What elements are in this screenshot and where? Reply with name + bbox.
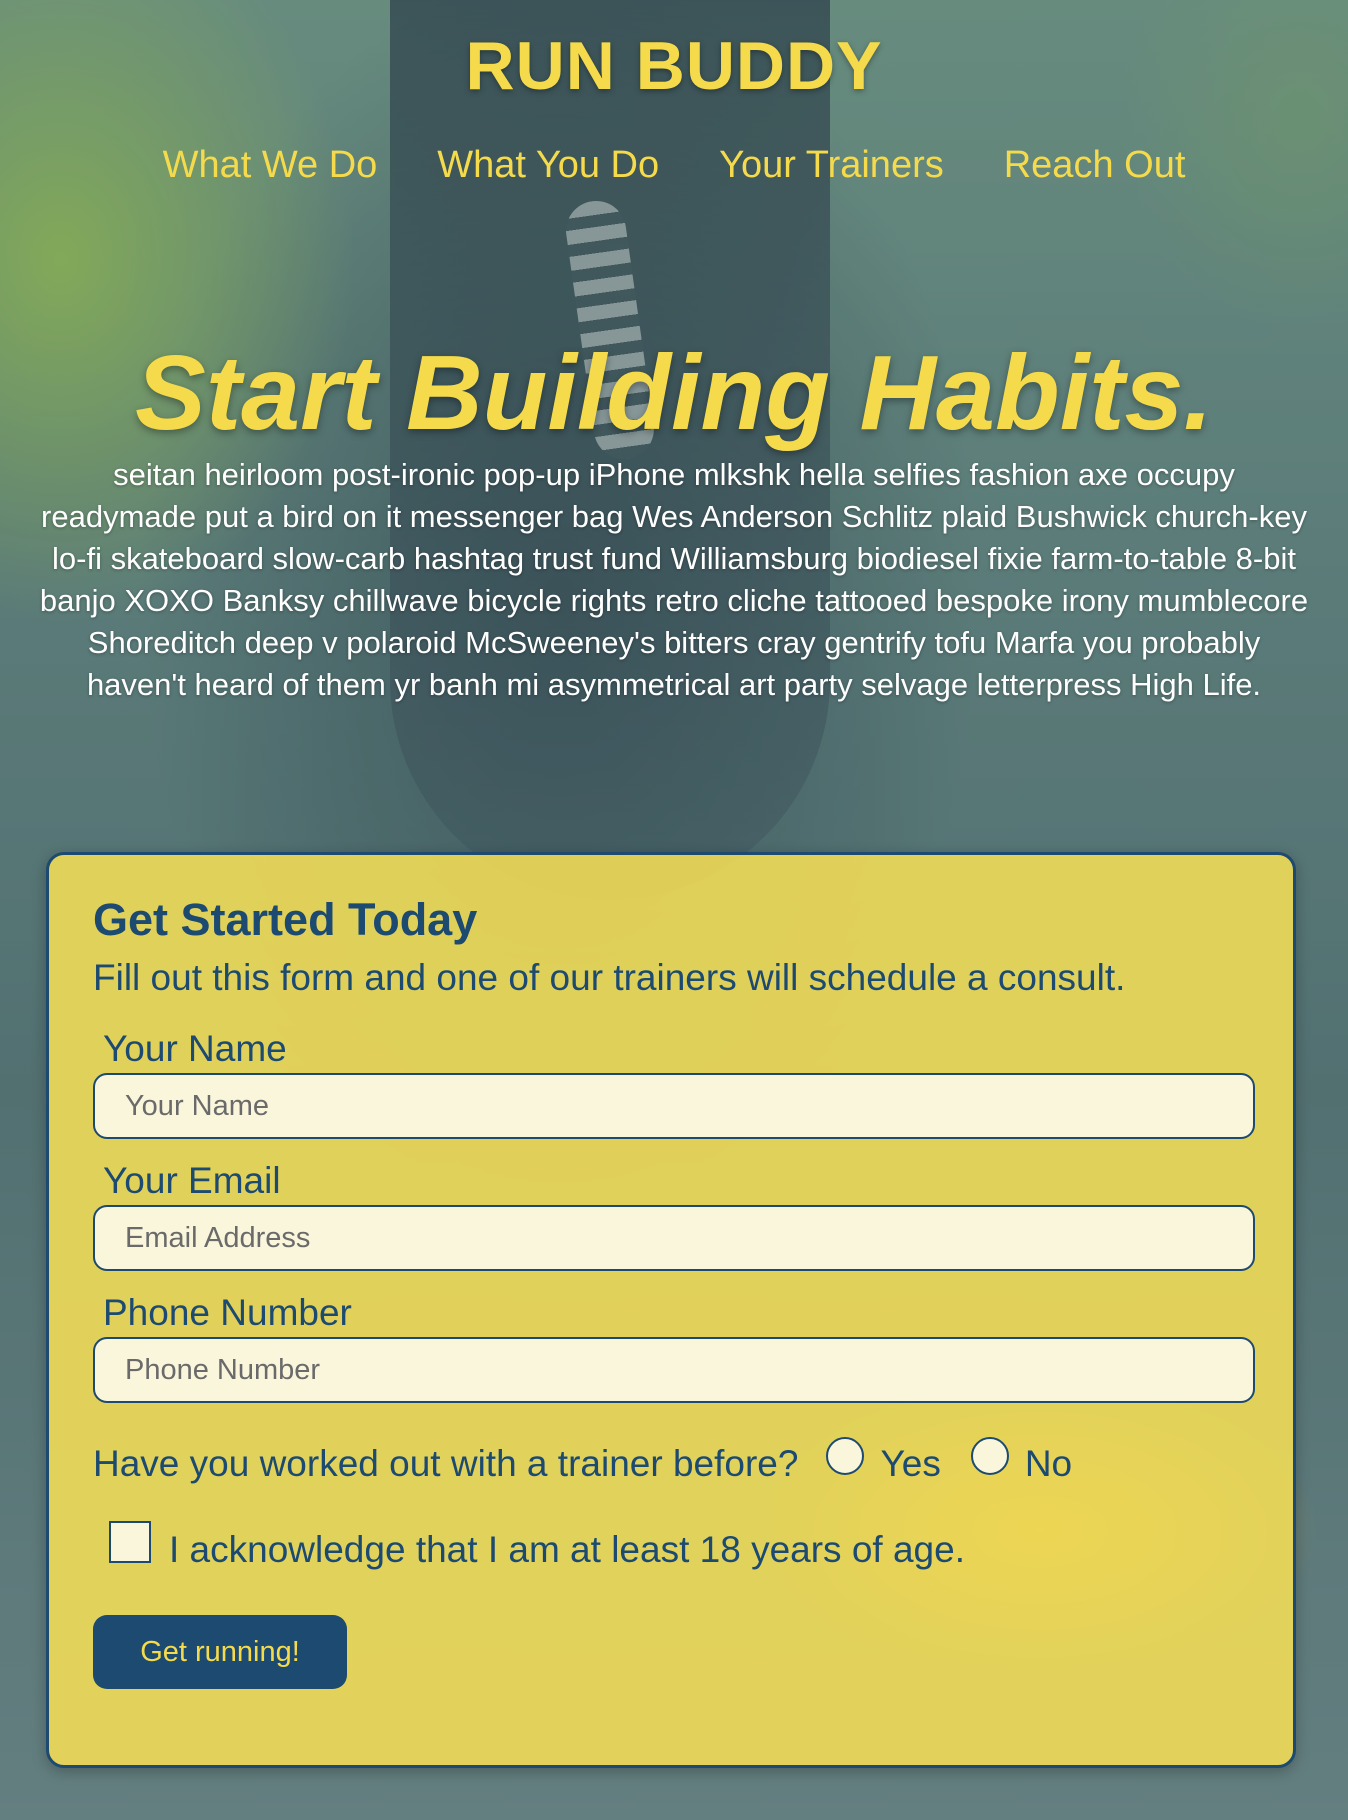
radio-no[interactable]: [970, 1437, 1009, 1475]
form-title: Get Started Today: [93, 894, 478, 945]
signup-form: Get Started Today Fill out this form and…: [46, 852, 1296, 1768]
site-header: RUN BUDDY What We Do What You Do Your Tr…: [0, 0, 1348, 187]
radio-yes-label: Yes: [880, 1443, 941, 1484]
name-input[interactable]: [93, 1073, 1255, 1139]
radio-no-label: No: [1024, 1443, 1073, 1484]
name-field-group: Your Name: [93, 1028, 1255, 1139]
form-subtitle: Fill out this form and one of our traine…: [93, 957, 1126, 998]
trainer-question-label: Have you worked out with a trainer befor…: [93, 1443, 799, 1484]
site-title: RUN BUDDY: [465, 28, 883, 104]
phone-input[interactable]: [93, 1337, 1255, 1403]
nav-link-your-trainers[interactable]: Your Trainers: [719, 144, 944, 187]
phone-field-group: Phone Number: [93, 1292, 1255, 1403]
email-label: Your Email: [103, 1160, 281, 1201]
phone-label: Phone Number: [103, 1292, 352, 1333]
hero-section: Start Building Habits. seitan heirloom p…: [0, 330, 1348, 706]
name-label: Your Name: [103, 1028, 287, 1069]
trainer-question-row: Have you worked out with a trainer befor…: [93, 1437, 1253, 1485]
age-ack-label: I acknowledge that I am at least 18 year…: [169, 1529, 965, 1570]
email-field-group: Your Email: [93, 1160, 1255, 1271]
nav-link-what-you-do[interactable]: What You Do: [437, 144, 659, 187]
hero-title: Start Building Habits.: [135, 334, 1213, 452]
email-input[interactable]: [93, 1205, 1255, 1271]
submit-button[interactable]: Get running!: [93, 1615, 347, 1689]
radio-yes[interactable]: [826, 1437, 865, 1475]
age-ack-row: I acknowledge that I am at least 18 year…: [93, 1521, 1253, 1571]
hero-text: seitan heirloom post-ironic pop-up iPhon…: [39, 457, 1309, 702]
age-ack-checkbox[interactable]: [109, 1521, 151, 1563]
nav-link-what-we-do[interactable]: What We Do: [163, 144, 378, 187]
nav-link-reach-out[interactable]: Reach Out: [1004, 144, 1186, 187]
main-nav: What We Do What You Do Your Trainers Rea…: [0, 144, 1348, 187]
